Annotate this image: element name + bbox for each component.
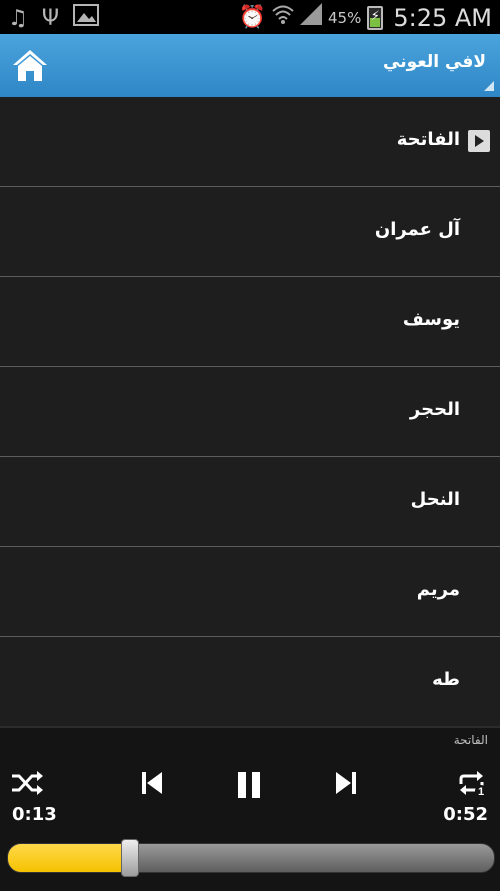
signal-icon	[300, 3, 322, 33]
elapsed-time: 0:13	[12, 804, 57, 825]
seek-thumb[interactable]	[120, 839, 139, 877]
list-item[interactable]: مريم	[0, 547, 500, 637]
app-title: لافي العوني	[383, 52, 486, 72]
clock: 5:25 AM	[393, 4, 492, 32]
status-bar: ♫ Ψ ⏰ 45% ⚡ 5:25 AM	[0, 0, 500, 34]
action-bar: لافي العوني	[0, 34, 500, 97]
alarm-icon: ⏰	[238, 5, 266, 30]
notification-icons: ♫ Ψ	[8, 4, 100, 33]
menu-corner-icon	[484, 81, 494, 91]
now-playing-title: الفاتحة	[453, 733, 488, 747]
shuffle-button[interactable]	[10, 770, 44, 800]
list-item[interactable]: طه	[0, 637, 500, 727]
next-button[interactable]	[334, 770, 358, 800]
seek-progress	[8, 844, 130, 872]
shuffle-icon	[12, 771, 43, 795]
media-player: الفاتحة 1 0:13 0:52	[0, 726, 500, 891]
surah-name: مريم	[416, 579, 460, 600]
play-icon	[468, 130, 490, 152]
surah-list: الفاتحة آل عمران يوسف الحجر النحل مريم ط…	[0, 97, 500, 727]
home-button[interactable]	[12, 48, 48, 84]
music-note-icon: ♫	[8, 5, 28, 31]
wifi-icon	[272, 3, 294, 33]
surah-name: النحل	[410, 489, 460, 510]
surah-name: يوسف	[402, 309, 460, 330]
skip-previous-icon	[142, 772, 162, 794]
repeat-button[interactable]: 1	[456, 770, 488, 802]
surah-name: الفاتحة	[396, 129, 460, 150]
skip-next-icon	[336, 772, 356, 794]
svg-text:1: 1	[478, 786, 484, 798]
list-item[interactable]: الحجر	[0, 367, 500, 457]
status-right: ⏰ 45% ⚡ 5:25 AM	[239, 3, 492, 33]
image-notification-icon	[73, 4, 100, 33]
list-item[interactable]: الفاتحة	[0, 97, 500, 187]
list-item[interactable]: النحل	[0, 457, 500, 547]
surah-name: الحجر	[409, 399, 460, 420]
list-item[interactable]: آل عمران	[0, 187, 500, 277]
surah-name: آل عمران	[374, 219, 460, 240]
pause-button[interactable]	[234, 770, 264, 804]
previous-button[interactable]	[140, 770, 164, 800]
battery-percent: 45%	[328, 9, 362, 27]
list-item[interactable]: يوسف	[0, 277, 500, 367]
usb-icon: Ψ	[41, 5, 60, 31]
battery-icon: ⚡	[367, 6, 384, 30]
repeat-one-icon: 1	[459, 771, 487, 798]
total-duration: 0:52	[443, 804, 488, 825]
seek-bar[interactable]	[7, 843, 495, 873]
pause-icon	[238, 772, 260, 798]
home-icon	[13, 50, 47, 81]
surah-name: طه	[432, 669, 460, 690]
